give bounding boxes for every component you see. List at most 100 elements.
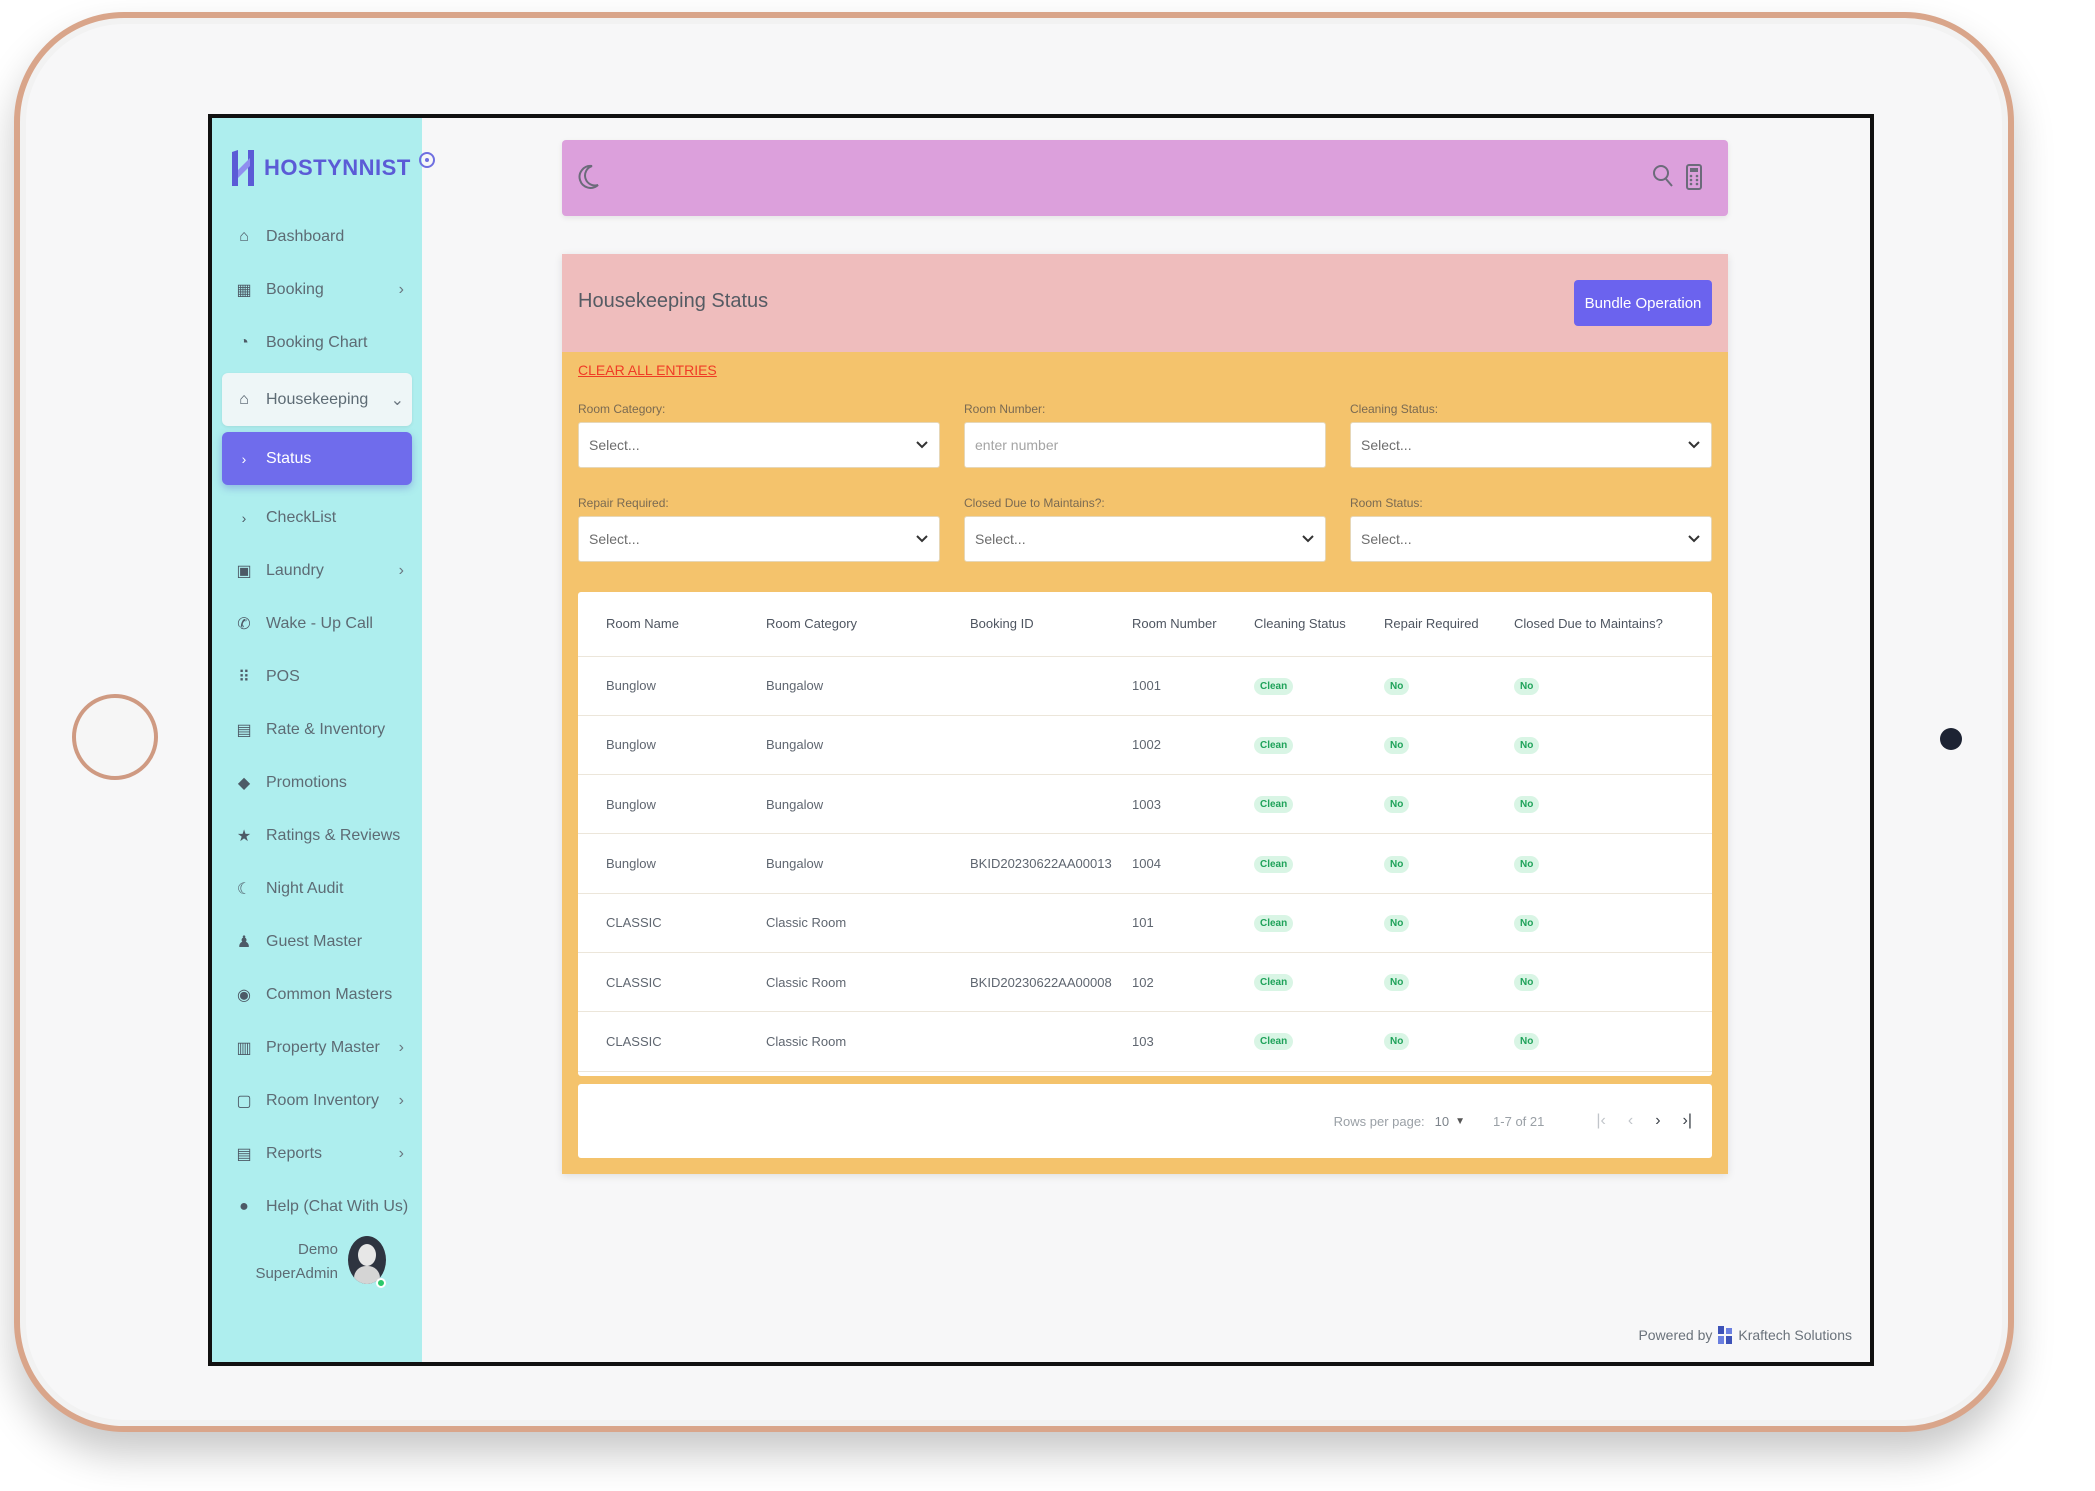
column-header[interactable]: Repair Required bbox=[1384, 592, 1514, 657]
grid-icon: ⠿ bbox=[238, 668, 250, 686]
table-cell: Bungalow bbox=[766, 715, 970, 776]
closed-due-select[interactable]: Select... bbox=[964, 516, 1326, 562]
table-row[interactable]: CLASSIC Classic Room 103 Clean No No bbox=[578, 1011, 1712, 1072]
sidebar-item-label: Common Masters bbox=[266, 985, 393, 1003]
calculator-icon[interactable] bbox=[1686, 164, 1702, 190]
table-cell: Bungalow bbox=[766, 833, 970, 894]
user-first-name: Demo bbox=[297, 1241, 338, 1258]
status-badge: No bbox=[1514, 974, 1540, 992]
repair-required-select[interactable]: Select... bbox=[578, 516, 940, 562]
table-row[interactable]: Bunglow Bungalow 1001 Clean No No bbox=[578, 656, 1712, 716]
chat-icon: ● bbox=[239, 1197, 249, 1215]
table-cell: No bbox=[1514, 893, 1712, 953]
column-header[interactable]: Room Number bbox=[1132, 592, 1254, 657]
sidebar-item-booking-chart[interactable]: ◔ Booking Chart bbox=[222, 316, 412, 369]
chevron-down-icon bbox=[916, 441, 928, 449]
sidebar-item-help-chat-with-us[interactable]: ● Help (Chat With Us) bbox=[222, 1180, 412, 1233]
sidebar-item-common-masters[interactable]: ◉ Common Masters bbox=[222, 968, 412, 1021]
last-page-icon[interactable]: ›| bbox=[1683, 1112, 1692, 1130]
status-badge: Clean bbox=[1254, 1033, 1294, 1051]
moon-icon[interactable] bbox=[578, 164, 600, 190]
clear-all-entries-link[interactable]: CLEAR ALL ENTRIES bbox=[578, 362, 717, 378]
sidebar-item-status[interactable]: › Status bbox=[222, 432, 412, 485]
brand[interactable]: HOSTYNNIST bbox=[230, 148, 435, 188]
table-row[interactable]: Bunglow Bungalow BKID20230622AA00013 1004 Cl… bbox=[578, 833, 1712, 894]
sidebar-item-label: Booking bbox=[266, 280, 324, 298]
chevron-right-icon: › bbox=[241, 509, 247, 526]
camera-icon bbox=[1940, 728, 1962, 750]
sidebar-item-rate-inventory[interactable]: ▤ Rate & Inventory bbox=[222, 703, 412, 756]
table-row[interactable]: Bunglow Bungalow 1003 Clean No No bbox=[578, 774, 1712, 835]
cleaning-status-label: Cleaning Status: bbox=[1350, 402, 1439, 416]
table-row[interactable]: Bunglow Bungalow 1002 Clean No No bbox=[578, 715, 1712, 776]
table-cell: 1004 bbox=[1132, 833, 1254, 894]
home-button[interactable] bbox=[72, 694, 158, 780]
room-category-select[interactable]: Select... bbox=[578, 422, 940, 468]
avatar[interactable] bbox=[348, 1236, 386, 1284]
caret-down-icon[interactable]: ▼ bbox=[1455, 1116, 1465, 1127]
sidebar-nav: ⌂ Dashboard ▦ Booking › ◔ Booking Chart ⌂ Housek… bbox=[222, 210, 412, 1233]
table-cell bbox=[970, 715, 1132, 776]
cleaning-status-field: Cleaning Status: Select... bbox=[1350, 402, 1712, 468]
table-cell: CLASSIC bbox=[578, 952, 766, 1013]
search-icon[interactable] bbox=[1652, 164, 1674, 188]
status-badge: Clean bbox=[1254, 736, 1294, 754]
first-page-icon[interactable]: |‹ bbox=[1596, 1112, 1605, 1130]
company-name[interactable]: Kraftech Solutions bbox=[1738, 1327, 1852, 1343]
chevron-down-icon bbox=[1688, 535, 1700, 543]
room-status-select[interactable]: Select... bbox=[1350, 516, 1712, 562]
previous-page-icon[interactable]: ‹ bbox=[1628, 1112, 1633, 1130]
sidebar-item-promotions[interactable]: ◆ Promotions bbox=[222, 756, 412, 809]
column-header[interactable]: Closed Due to Maintains? bbox=[1514, 592, 1712, 657]
sidebar-item-booking[interactable]: ▦ Booking › bbox=[222, 263, 412, 316]
bundle-operation-button[interactable]: Bundle Operation bbox=[1574, 280, 1712, 326]
sidebar-item-ratings-reviews[interactable]: ★ Ratings & Reviews bbox=[222, 809, 412, 862]
footer: Powered by Kraftech Solutions bbox=[1638, 1326, 1852, 1344]
user-profile[interactable]: Demo SuperAdmin bbox=[212, 1228, 422, 1288]
table-cell: No bbox=[1514, 715, 1712, 776]
column-header[interactable]: Cleaning Status bbox=[1254, 592, 1384, 657]
column-header[interactable]: Room Name bbox=[578, 592, 766, 657]
status-badge: No bbox=[1384, 736, 1410, 754]
page-range: 1-7 of 21 bbox=[1493, 1113, 1545, 1129]
repair-required-value: Select... bbox=[589, 531, 640, 547]
table-cell: 1001 bbox=[1132, 656, 1254, 716]
closed-due-value: Select... bbox=[975, 531, 1026, 547]
sidebar-item-label: Status bbox=[266, 449, 312, 467]
user-role: SuperAdmin bbox=[255, 1265, 338, 1282]
sidebar-item-room-inventory[interactable]: ▢ Room Inventory › bbox=[222, 1074, 412, 1127]
table-cell: Bunglow bbox=[578, 715, 766, 776]
room-number-input[interactable] bbox=[964, 422, 1326, 468]
table-row[interactable]: CLASSIC Classic Room BKID20230622AA00008 10… bbox=[578, 952, 1712, 1013]
kraftech-logo-icon bbox=[1718, 1326, 1733, 1344]
table-cell: Classic Room bbox=[766, 952, 970, 1013]
table-cell: Clean bbox=[1254, 1011, 1384, 1072]
page-title: Housekeeping Status bbox=[578, 290, 769, 312]
person-icon: ♟ bbox=[236, 933, 252, 951]
rows-per-page-value[interactable]: 10 bbox=[1435, 1114, 1449, 1129]
status-badge: No bbox=[1384, 914, 1410, 932]
sidebar-item-night-audit[interactable]: ☾ Night Audit bbox=[222, 862, 412, 915]
sidebar-item-dashboard[interactable]: ⌂ Dashboard bbox=[222, 210, 412, 263]
table-row[interactable]: CLASSIC Classic Room 101 Clean No No bbox=[578, 893, 1712, 953]
sidebar-item-pos[interactable]: ⠿ POS bbox=[222, 650, 412, 703]
sidebar-item-laundry[interactable]: ▣ Laundry › bbox=[222, 544, 412, 597]
sidebar-item-label: Promotions bbox=[266, 773, 347, 791]
table-cell: Bunglow bbox=[578, 656, 766, 716]
next-page-icon[interactable]: › bbox=[1655, 1112, 1660, 1130]
status-badge: Clean bbox=[1254, 974, 1294, 992]
column-header[interactable]: Booking ID bbox=[970, 592, 1132, 657]
sidebar-item-checklist[interactable]: › CheckList bbox=[222, 491, 412, 544]
inventory-icon: ▤ bbox=[236, 721, 252, 739]
chevron-down-icon: ⌄ bbox=[390, 391, 404, 409]
cleaning-status-select[interactable]: Select... bbox=[1350, 422, 1712, 468]
sidebar-item-guest-master[interactable]: ♟ Guest Master bbox=[222, 915, 412, 968]
status-badge: No bbox=[1384, 974, 1410, 992]
sidebar-item-wake-up-call[interactable]: ✆ Wake - Up Call bbox=[222, 597, 412, 650]
sidebar-item-reports[interactable]: ▤ Reports › bbox=[222, 1127, 412, 1180]
table-cell: 1003 bbox=[1132, 774, 1254, 835]
sidebar-item-label: Rate & Inventory bbox=[266, 720, 386, 738]
sidebar-item-housekeeping[interactable]: ⌂ Housekeeping ⌄ bbox=[222, 373, 412, 426]
column-header[interactable]: Room Category bbox=[766, 592, 970, 657]
sidebar-item-property-master[interactable]: ▥ Property Master › bbox=[222, 1021, 412, 1074]
